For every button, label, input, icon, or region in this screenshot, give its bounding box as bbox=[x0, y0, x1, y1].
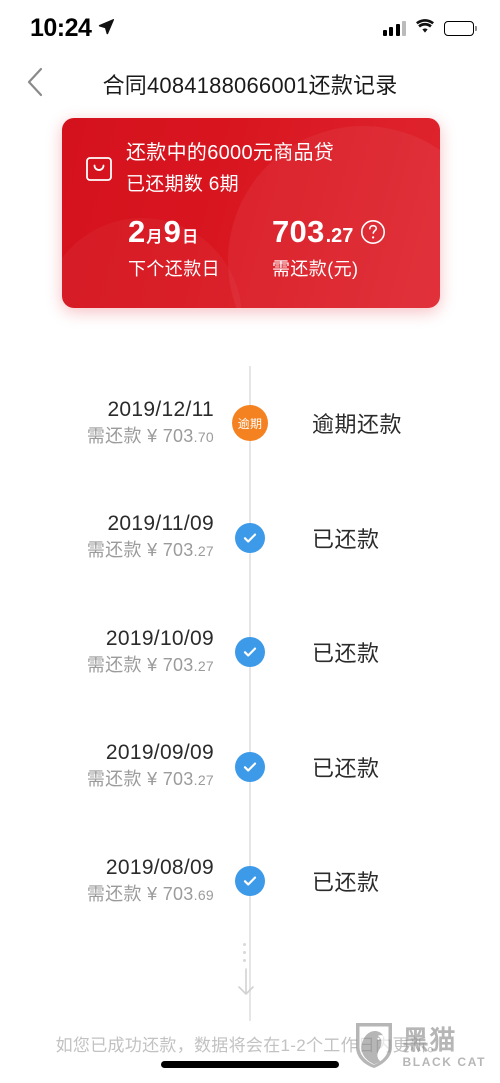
table-row[interactable]: 2019/11/09 需还款 ¥ 703.27 已还款 bbox=[0, 481, 500, 596]
amount-due-stat: 703 .27 需还款(元) bbox=[272, 214, 416, 281]
repayment-amount: 需还款 ¥ 703.69 bbox=[32, 881, 214, 909]
timeline-row-left: 2019/09/09 需还款 ¥ 703.27 bbox=[32, 739, 232, 794]
timeline-node bbox=[232, 637, 268, 668]
table-row[interactable]: 2019/08/09 需还款 ¥ 703.69 已还款 bbox=[0, 824, 500, 939]
next-payment-date-value: 2 月 9 日 bbox=[128, 214, 272, 250]
arrow-down-icon[interactable] bbox=[234, 967, 258, 1002]
card-content: 还款中的6000元商品贷 已还期数 6期 2 月 9 日 下个还款日 703 .… bbox=[62, 118, 440, 281]
amount-decimal: .27 bbox=[193, 543, 214, 560]
amount-prefix: 需还款 ¥ bbox=[86, 883, 163, 904]
amount-integer: 703 bbox=[162, 883, 194, 904]
repayment-date: 2019/11/09 bbox=[107, 512, 214, 536]
wifi-icon bbox=[414, 18, 436, 39]
check-circle-icon bbox=[235, 751, 265, 782]
timeline-row-left: 2019/12/11 需还款 ¥ 703.70 bbox=[32, 396, 232, 451]
amount-decimal: .27 bbox=[193, 657, 214, 674]
next-payment-day-unit: 日 bbox=[182, 229, 199, 246]
amount-decimal: .70 bbox=[193, 428, 214, 445]
repayment-status: 已还款 bbox=[312, 870, 380, 896]
timeline-node bbox=[232, 866, 268, 897]
home-indicator[interactable] bbox=[161, 1061, 339, 1068]
timeline-row-left: 2019/11/09 需还款 ¥ 703.27 bbox=[32, 510, 232, 565]
shopping-bag-icon bbox=[84, 153, 114, 188]
repayment-status: 已还款 bbox=[312, 755, 380, 781]
card-title: 还款中的6000元商品贷 bbox=[126, 142, 335, 164]
chevron-left-icon bbox=[26, 67, 44, 102]
amount-prefix: 需还款 ¥ bbox=[86, 769, 163, 790]
check-circle-icon bbox=[235, 522, 265, 553]
repayment-timeline: 2019/12/11 需还款 ¥ 703.70 逾期 逾期还款 2019/11/… bbox=[0, 366, 500, 1021]
repayment-amount: 需还款 ¥ 703.27 bbox=[32, 652, 214, 680]
next-payment-date-stat: 2 月 9 日 下个还款日 bbox=[128, 214, 272, 281]
watermark-name-cn: 黑猫 bbox=[402, 1025, 457, 1055]
card-stats: 2 月 9 日 下个还款日 703 .27 需还款(元) bbox=[84, 214, 416, 281]
battery-full-icon bbox=[444, 20, 477, 36]
amount-decimal: .69 bbox=[193, 886, 214, 903]
amount-due-decimal: .27 bbox=[325, 225, 354, 247]
loan-summary-card[interactable]: 还款中的6000元商品贷 已还期数 6期 2 月 9 日 下个还款日 703 .… bbox=[62, 118, 440, 308]
next-payment-month-unit: 月 bbox=[146, 229, 163, 246]
status-bar-left: 10:24 bbox=[30, 14, 115, 43]
overdue-badge-icon: 逾期 bbox=[232, 405, 268, 442]
repayment-amount: 需还款 ¥ 703.27 bbox=[32, 537, 214, 565]
timeline-tail bbox=[0, 939, 500, 1015]
cellular-signal-icon bbox=[382, 20, 406, 36]
back-button[interactable] bbox=[18, 67, 52, 101]
repayment-date: 2019/08/09 bbox=[105, 855, 214, 879]
repayment-amount: 需还款 ¥ 703.70 bbox=[32, 423, 214, 451]
card-subtitle: 已还期数 6期 bbox=[126, 174, 239, 195]
amount-prefix: 需还款 ¥ bbox=[86, 654, 163, 675]
next-payment-date-label: 下个还款日 bbox=[128, 259, 220, 279]
timeline-node: 逾期 bbox=[232, 405, 268, 442]
page-title: 合同4084188066001还款记录 bbox=[102, 73, 398, 98]
watermark: 黑猫 BLACK CAT bbox=[353, 1020, 487, 1075]
timeline-node bbox=[232, 522, 268, 553]
card-header: 还款中的6000元商品贷 已还期数 6期 bbox=[84, 138, 416, 202]
amount-integer: 703 bbox=[162, 540, 194, 561]
watermark-text: 黑猫 BLACK CAT bbox=[403, 1027, 487, 1068]
amount-due-value: 703 .27 bbox=[272, 214, 416, 250]
repayment-status: 已还款 bbox=[312, 526, 380, 552]
watermark-name-en: BLACK CAT bbox=[402, 1055, 486, 1069]
amount-decimal: .27 bbox=[193, 772, 214, 789]
amount-due-integer: 703 bbox=[272, 214, 325, 249]
timeline-node bbox=[232, 751, 268, 782]
table-row[interactable]: 2019/10/09 需还款 ¥ 703.27 已还款 bbox=[0, 595, 500, 710]
repayment-status: 已还款 bbox=[312, 641, 380, 667]
amount-prefix: 需还款 ¥ bbox=[86, 425, 163, 446]
table-row[interactable]: 2019/09/09 需还款 ¥ 703.27 已还款 bbox=[0, 710, 500, 825]
amount-integer: 703 bbox=[162, 654, 194, 675]
next-payment-day: 9 bbox=[163, 214, 182, 249]
timeline-row-left: 2019/10/09 需还款 ¥ 703.27 bbox=[32, 625, 232, 680]
amount-due-label: 需还款(元) bbox=[272, 259, 359, 279]
black-cat-shield-icon bbox=[353, 1020, 395, 1075]
status-bar: 10:24 bbox=[0, 0, 500, 56]
repayment-amount: 需还款 ¥ 703.27 bbox=[32, 766, 214, 794]
repayment-status: 逾期还款 bbox=[312, 412, 403, 438]
repayment-date: 2019/09/09 bbox=[105, 741, 214, 765]
amount-integer: 703 bbox=[162, 769, 194, 790]
repayment-date: 2019/10/09 bbox=[105, 626, 214, 650]
amount-prefix: 需还款 ¥ bbox=[86, 540, 163, 561]
next-payment-month: 2 bbox=[128, 214, 146, 249]
timeline-row-left: 2019/08/09 需还款 ¥ 703.69 bbox=[32, 854, 232, 909]
summary-card-wrapper: 还款中的6000元商品贷 已还期数 6期 2 月 9 日 下个还款日 703 .… bbox=[0, 112, 500, 308]
check-circle-icon bbox=[235, 637, 265, 668]
nav-bar: 合同4084188066001还款记录 bbox=[0, 56, 500, 112]
card-header-text: 还款中的6000元商品贷 已还期数 6期 bbox=[126, 138, 334, 202]
repayment-date: 2019/12/11 bbox=[107, 397, 214, 421]
table-row[interactable]: 2019/12/11 需还款 ¥ 703.70 逾期 逾期还款 bbox=[0, 366, 500, 481]
status-bar-right bbox=[382, 18, 477, 39]
location-arrow-icon bbox=[97, 17, 115, 40]
question-circle-icon[interactable] bbox=[360, 219, 386, 245]
amount-integer: 703 bbox=[162, 425, 194, 446]
status-time: 10:24 bbox=[30, 13, 92, 42]
timeline-dots bbox=[243, 942, 246, 962]
check-circle-icon bbox=[235, 866, 265, 897]
